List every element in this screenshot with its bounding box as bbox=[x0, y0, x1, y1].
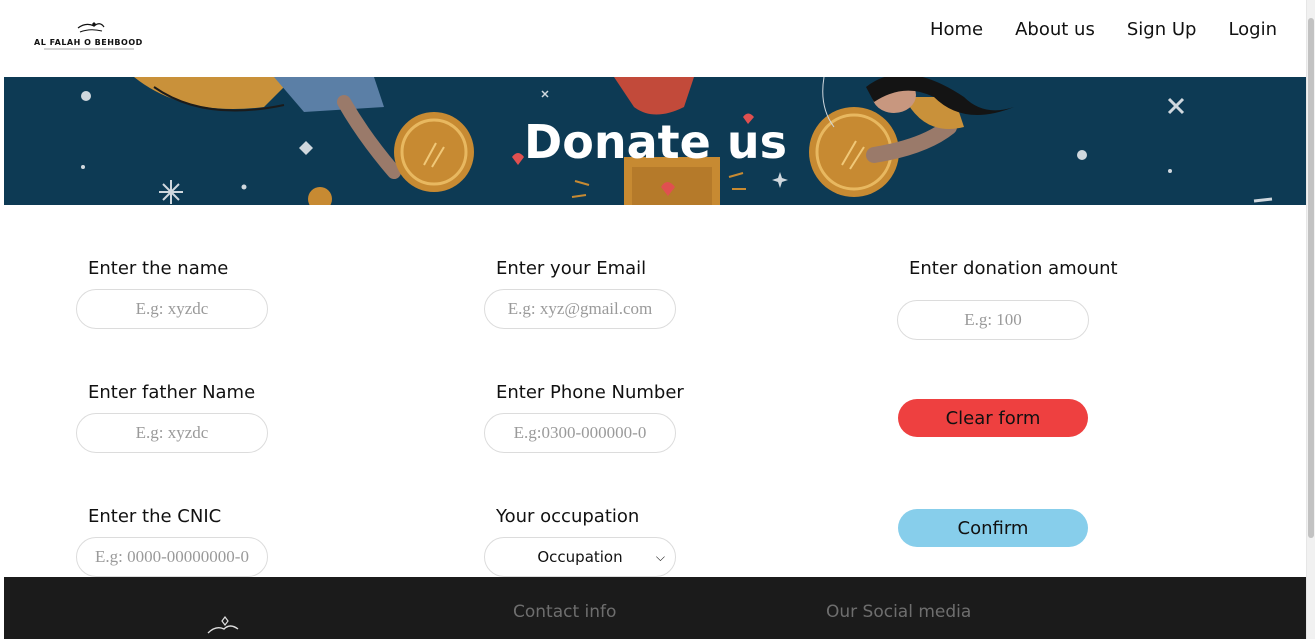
donation-form: Enter the name Enter father Name Enter t… bbox=[4, 205, 1307, 577]
scrollbar[interactable] bbox=[1306, 0, 1315, 639]
phone-label: Enter Phone Number bbox=[496, 382, 684, 403]
brand-logo[interactable]: AL FALAH O BEHBOOD bbox=[34, 18, 146, 52]
email-input[interactable] bbox=[484, 289, 676, 329]
confirm-button[interactable]: Confirm bbox=[898, 509, 1088, 547]
brand-name: AL FALAH O BEHBOOD bbox=[34, 38, 143, 47]
scrollbar-thumb[interactable] bbox=[1308, 18, 1314, 538]
father-name-label: Enter father Name bbox=[88, 382, 256, 403]
occupation-label: Your occupation bbox=[496, 506, 640, 527]
occupation-select[interactable]: Occupation ⌵ bbox=[484, 537, 676, 577]
occupation-selected-value: Occupation bbox=[537, 548, 623, 566]
nav-home[interactable]: Home bbox=[930, 19, 983, 40]
amount-input[interactable] bbox=[897, 300, 1089, 340]
nav-sign-up[interactable]: Sign Up bbox=[1127, 19, 1197, 40]
footer: Contact info Our Social media bbox=[4, 577, 1307, 639]
footer-logo-icon bbox=[207, 616, 239, 634]
social-media-heading: Our Social media bbox=[826, 602, 972, 622]
page-title: Donate us bbox=[524, 115, 787, 169]
name-label: Enter the name bbox=[88, 258, 229, 279]
nav-about-us[interactable]: About us bbox=[1015, 19, 1095, 40]
main-nav: Home About us Sign Up Login bbox=[930, 19, 1277, 40]
cnic-label: Enter the CNIC bbox=[88, 506, 222, 527]
cnic-input[interactable] bbox=[76, 537, 268, 577]
father-name-input[interactable] bbox=[76, 413, 268, 453]
clear-form-button[interactable]: Clear form bbox=[898, 399, 1088, 437]
phone-input[interactable] bbox=[484, 413, 676, 453]
email-label: Enter your Email bbox=[496, 258, 647, 279]
nav-login[interactable]: Login bbox=[1228, 19, 1277, 40]
name-input[interactable] bbox=[76, 289, 268, 329]
hero-banner: Donate us bbox=[4, 77, 1307, 205]
amount-label: Enter donation amount bbox=[909, 258, 1118, 279]
chevron-down-icon: ⌵ bbox=[655, 550, 665, 564]
navbar: AL FALAH O BEHBOOD Home About us Sign Up… bbox=[4, 0, 1307, 77]
contact-info-heading: Contact info bbox=[513, 602, 617, 622]
